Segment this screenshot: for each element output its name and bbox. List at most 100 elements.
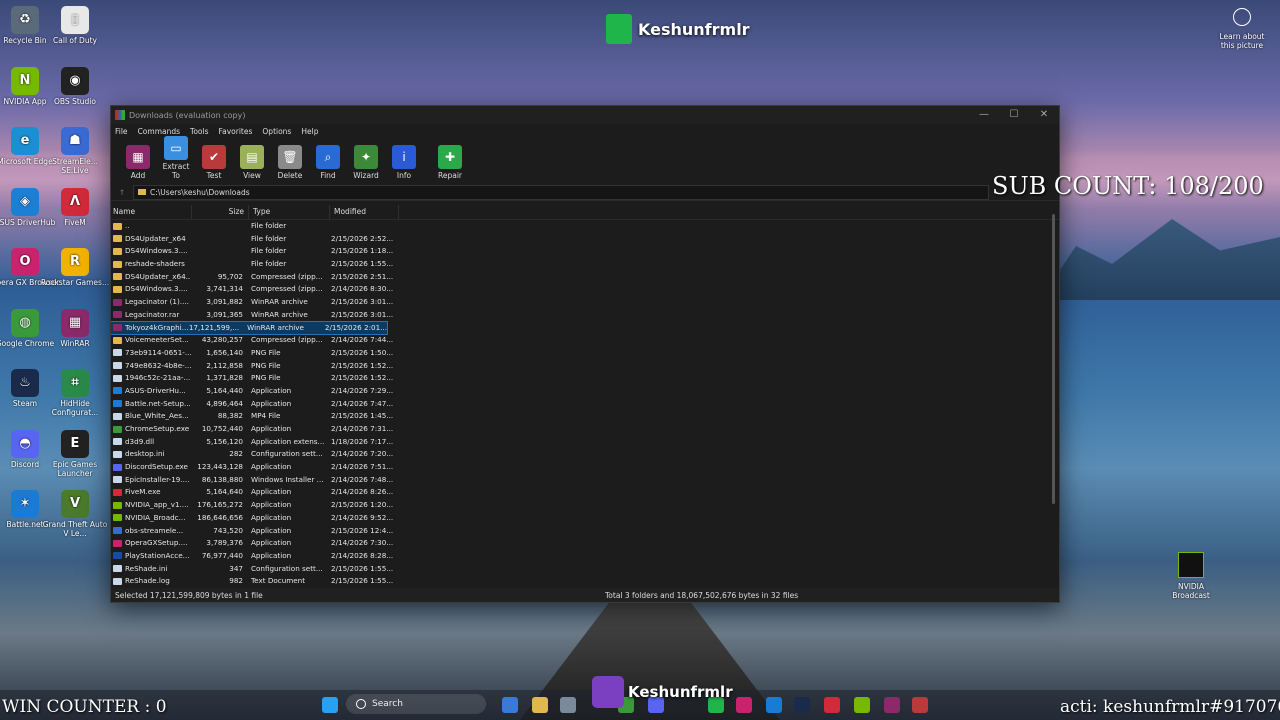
file-size: 3,091,882: [206, 297, 243, 307]
minimize-button[interactable]: —: [969, 106, 999, 124]
column-modified[interactable]: Modified: [330, 205, 399, 219]
file-row[interactable]: .. File folder: [111, 220, 1059, 233]
toolbar-button[interactable]: ✦ Wizard: [349, 145, 383, 180]
file-row[interactable]: DS4Updater_x64... 95,702 Compressed (zipp.…: [111, 271, 1059, 284]
nvidia-taskbar-icon[interactable]: [854, 697, 870, 713]
learn-about-picture[interactable]: Learn about this picture: [1214, 8, 1270, 50]
desktop-icon[interactable]: ▦ WinRAR: [39, 308, 111, 348]
file-row[interactable]: NVIDIA_Broadc... 186,646,656 Application 2/…: [111, 512, 1059, 525]
desktop-icon[interactable]: ⌗ HidHide Configurat...: [39, 369, 111, 417]
file-row[interactable]: Tokyoz4kGraphi... 17,121,599,... WinRAR ar…: [111, 320, 388, 336]
file-size: 5,156,120: [206, 436, 243, 446]
desktop-icon[interactable]: R Rockstar Games...: [39, 248, 111, 287]
file-row[interactable]: reshade-shaders File folder 2/15/2026 1:55…: [111, 258, 1059, 271]
file-type: Application: [251, 550, 292, 560]
file-type: Compressed (zipp...: [251, 335, 323, 345]
file-row[interactable]: 73eb9114-0651-... 1,656,140 PNG File 2/15/2…: [111, 347, 1059, 360]
menu-item[interactable]: Help: [301, 127, 318, 136]
file-row[interactable]: ASUS-DriverHu... 5,164,440 Application 2/14…: [111, 385, 1059, 398]
file-row[interactable]: DS4Windows.3.... 3,741,314 Compressed (zip…: [111, 283, 1059, 296]
toolbar-button[interactable]: ▦ Add: [121, 145, 155, 180]
file-modified: 2/15/2026 1:45...: [331, 411, 394, 421]
battlenet-taskbar-icon[interactable]: [766, 697, 782, 713]
nvidia-broadcast-shortcut[interactable]: NVIDIA Broadcast: [1166, 552, 1216, 600]
copilot-icon[interactable]: [502, 697, 518, 713]
file-type-icon: [113, 362, 122, 370]
file-explorer-icon[interactable]: [532, 697, 548, 713]
taskbar-search[interactable]: Search: [346, 694, 486, 714]
file-row[interactable]: FiveM.exe 5,164,640 Application 2/14/2026 8…: [111, 486, 1059, 499]
file-row[interactable]: Legacinator (1).... 3,091,882 WinRAR archi…: [111, 296, 1059, 309]
file-row[interactable]: ChromeSetup.exe 10,752,440 Application 2/14…: [111, 423, 1059, 436]
steam-taskbar-icon[interactable]: [794, 697, 810, 713]
winrar-taskbar-icon[interactable]: [884, 697, 900, 713]
file-type-icon: [113, 425, 122, 433]
toolbar-button-icon: i: [392, 145, 416, 169]
desktop-icon[interactable]: Λ FiveM: [39, 187, 111, 227]
title-bar[interactable]: Downloads (evaluation copy) — ☐ ✕: [111, 106, 1059, 124]
desktop-icon[interactable]: ▯ Call of Duty: [39, 6, 111, 45]
toolbar-button[interactable]: ▤ View: [235, 145, 269, 180]
close-button[interactable]: ✕: [1029, 106, 1059, 124]
menu-item[interactable]: Tools: [190, 127, 208, 136]
menu-item[interactable]: Options: [262, 127, 291, 136]
menu-item[interactable]: Commands: [138, 127, 180, 136]
file-type-icon: [113, 514, 122, 522]
file-row[interactable]: NVIDIA_app_v1.... 176,165,272 Application 2…: [111, 499, 1059, 512]
file-row[interactable]: DiscordSetup.exe 123,443,128 Application 2/…: [111, 461, 1059, 474]
file-row[interactable]: d3d9.dll 5,156,120 Application extens... 1/…: [111, 436, 1059, 449]
scrollbar[interactable]: [1052, 214, 1055, 504]
file-row[interactable]: OperaGXSetup.... 3,789,376 Application 2/14…: [111, 537, 1059, 550]
toolbar-button[interactable]: i Info: [387, 145, 421, 180]
desktop-icon-label: FiveM: [64, 217, 86, 227]
file-row[interactable]: Legacinator.rar 3,091,365 WinRAR archive 2/…: [111, 309, 1059, 322]
file-row[interactable]: PlayStationAcce... 76,977,440 Application 2…: [111, 550, 1059, 563]
file-row[interactable]: 749e8632-4b8e-... 2,112,858 PNG File 2/15/2…: [111, 360, 1059, 373]
settings-icon[interactable]: [560, 697, 576, 713]
toolbar-button[interactable]: ✔ Test: [197, 145, 231, 180]
desktop-icon[interactable]: ☗ StreamEle... SE.Live: [39, 127, 111, 175]
toolbar-button[interactable]: 🗑 Delete: [273, 145, 307, 180]
file-modified: 2/14/2026 7:44...: [331, 335, 394, 345]
column-size[interactable]: Size: [192, 205, 249, 219]
file-row[interactable]: ReShade.log 982 Text Document 2/15/2026 1:5…: [111, 575, 1059, 588]
opera-taskbar-icon[interactable]: [736, 697, 752, 713]
file-row[interactable]: Blue_White_Aes... 88,382 MP4 File 2/15/2026…: [111, 410, 1059, 423]
file-row[interactable]: ReShade.ini 347 Configuration sett... 2/15/…: [111, 563, 1059, 576]
path-field[interactable]: C:\Users\keshu\Downloads: [133, 184, 989, 200]
file-row[interactable]: 1946c52c-21aa-... 1,371,828 PNG File 2/15/2…: [111, 372, 1059, 385]
column-name[interactable]: Name: [111, 205, 192, 219]
file-name: DS4Updater_x64: [125, 233, 186, 243]
toolbar-button[interactable]: ▭ Extract To: [159, 136, 193, 180]
desktop-icon[interactable]: ◉ OBS Studio: [39, 66, 111, 106]
column-type[interactable]: Type: [249, 205, 330, 219]
toolbar-button[interactable]: ✚ Repair: [433, 145, 467, 180]
file-type: Windows Installer ...: [251, 474, 324, 484]
maximize-button[interactable]: ☐: [999, 106, 1029, 124]
app-taskbar-icon[interactable]: [912, 697, 928, 713]
file-type: WinRAR archive: [251, 297, 308, 307]
file-type: Application: [251, 424, 292, 433]
file-row[interactable]: DS4Windows.3.... File folder 2/15/2026 1:1…: [111, 245, 1059, 258]
menu-item[interactable]: File: [115, 127, 128, 136]
toolbar-button[interactable]: ⌕ Find: [311, 145, 345, 180]
file-name-cell: PlayStationAcce...: [111, 550, 191, 563]
file-type-icon: [113, 450, 122, 458]
file-size: 1,371,828: [206, 373, 243, 383]
desktop-icon[interactable]: V Grand Theft Auto V Le...: [39, 490, 111, 538]
up-arrow-icon[interactable]: ↑: [111, 188, 133, 197]
start-icon[interactable]: [322, 697, 338, 713]
file-row[interactable]: DS4Updater_x64 File folder 2/15/2026 2:52.…: [111, 233, 1059, 246]
file-row[interactable]: VoicemeeterSet... 43,280,257 Compressed (z…: [111, 334, 1059, 347]
desktop-icon[interactable]: E Epic Games Launcher: [39, 429, 111, 478]
file-row[interactable]: obs-streamele... 743,520 Application 2/15/2…: [111, 525, 1059, 538]
menu-item[interactable]: Favorites: [219, 127, 253, 136]
file-row[interactable]: desktop.ini 282 Configuration sett... 2/14/…: [111, 448, 1059, 461]
desktop-icon-glyph: V: [61, 490, 89, 518]
file-row[interactable]: Battle.net-Setup... 4,896,464 Application 2…: [111, 398, 1059, 411]
file-name-cell: Battle.net-Setup...: [111, 398, 191, 411]
file-type: Configuration sett...: [251, 449, 323, 459]
fivem-taskbar-icon[interactable]: [824, 697, 840, 713]
file-row[interactable]: EpicInstaller-19.... 86,138,880 Windows In…: [111, 474, 1059, 487]
file-name: ..: [125, 221, 130, 230]
